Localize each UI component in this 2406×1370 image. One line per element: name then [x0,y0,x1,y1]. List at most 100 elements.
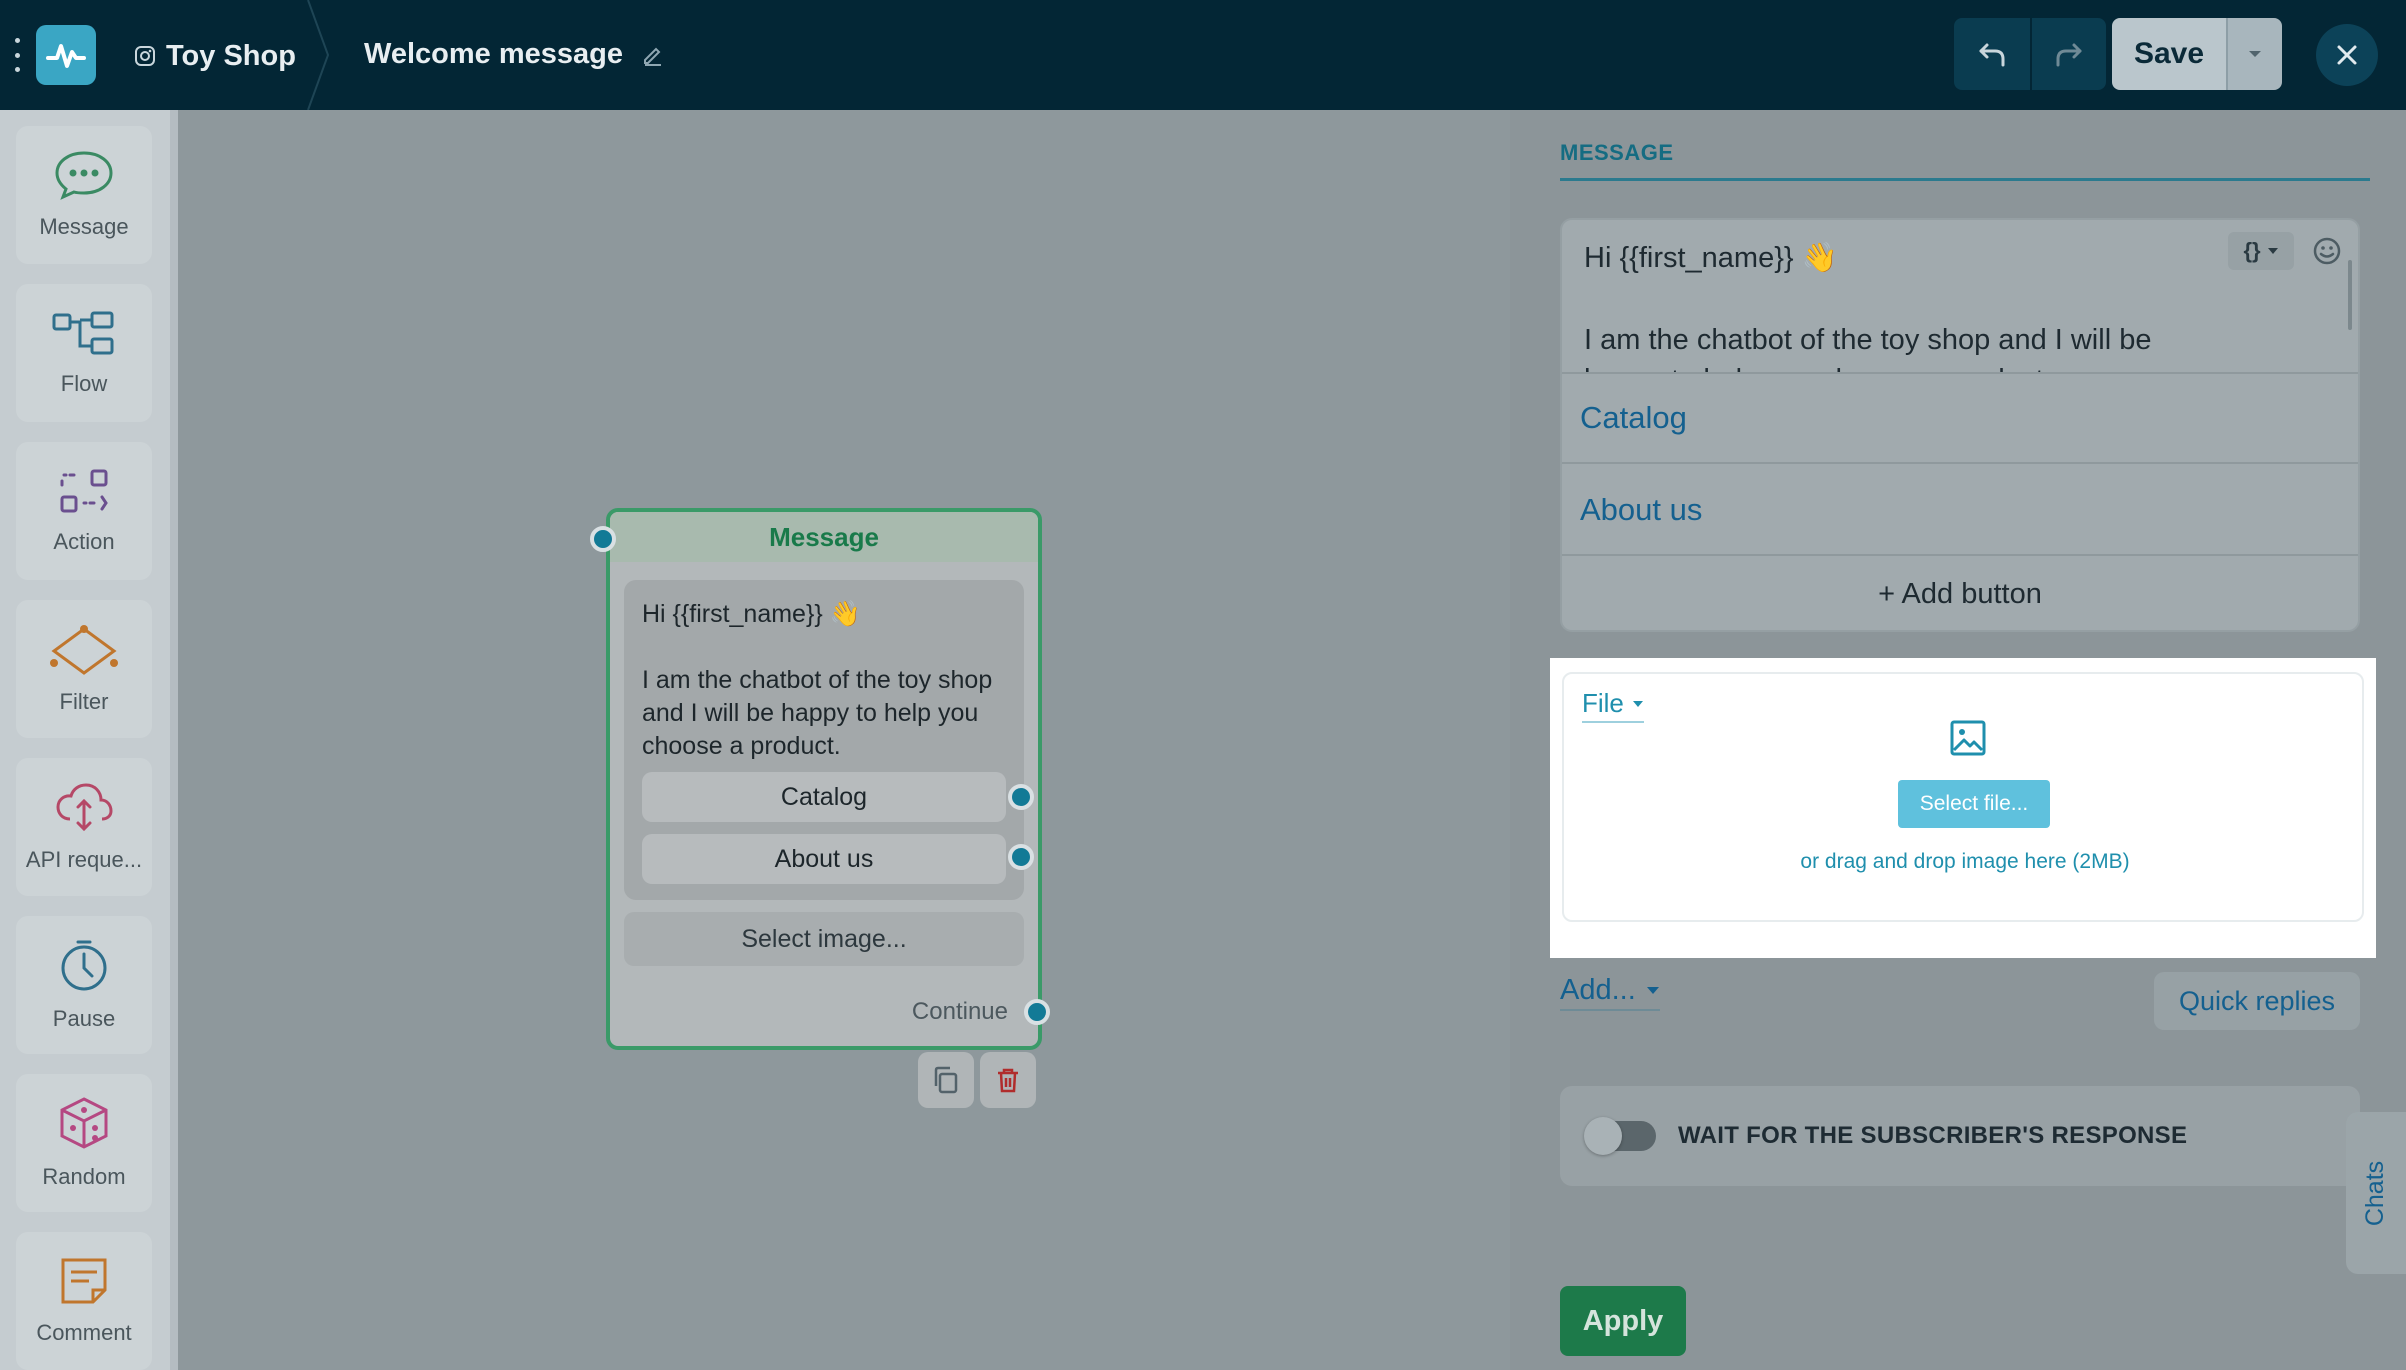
node-text-line1: Hi {{first_name}} 👋 [642,600,861,628]
duplicate-node-button[interactable] [918,1052,974,1108]
close-button[interactable] [2316,24,2378,86]
app-logo[interactable] [36,25,96,85]
wait-response-toggle[interactable] [1584,1117,1656,1155]
delete-node-button[interactable] [980,1052,1036,1108]
editor-line3: happy to help you choose a product. [1584,360,2284,372]
dice-icon [60,1097,108,1149]
wait-response-setting: WAIT FOR THE SUBSCRIBER'S RESPONSE [1560,1086,2360,1186]
flow-title: Welcome message [364,34,665,74]
palette-label: Action [53,529,115,554]
file-upload-block: File Select file... or drag and drop ima… [1550,658,2376,958]
palette-item-api-request[interactable]: API reque... [16,758,152,896]
save-group: Save [2112,18,2282,90]
chat-bubble-icon [55,151,113,200]
continue-label: Continue [911,998,1008,1025]
node-button-label: About us [774,844,874,873]
file-type-label: File [1582,688,1624,718]
api-cloud-icon [56,783,113,832]
palette-label: Flow [60,371,108,396]
drag-drop-hint: or drag and drop image here (2MB) [1800,850,2130,873]
editor-line2: I am the chatbot of the toy shop and I w… [1584,324,2152,356]
undo-button[interactable] [1954,18,2030,90]
filter-icon [50,625,118,675]
message-button-label: About us [1580,492,1703,527]
clock-icon [61,940,107,991]
divider [1560,178,2370,181]
palette-item-flow[interactable]: Flow [16,284,152,422]
palette-label: Pause [52,1006,116,1031]
redo-icon [2056,43,2082,67]
panel-section-title: MESSAGE [1560,140,1674,165]
chevron-down-icon [1646,987,1659,994]
node-tools [918,1052,1036,1108]
editor-scrollbar[interactable] [2348,260,2352,330]
chats-side-tab[interactable]: Chats [2346,1112,2406,1274]
chats-tab-label: Chats [2361,1160,2390,1226]
redo-button[interactable] [2030,18,2106,90]
message-button-about-us[interactable]: About us [1562,466,2358,556]
input-port[interactable] [590,526,616,552]
message-button-label: Catalog [1580,400,1687,435]
node-message-text: Hi {{first_name}} 👋 I am the chatbot of … [642,598,1012,763]
palette-label: Random [42,1164,126,1189]
node-text-line2: I am the chatbot of the toy shop and I w… [642,666,993,760]
editor-line1: Hi {{first_name}} 👋 [1584,242,1838,274]
history-controls [1954,18,2106,90]
comment-icon [61,1258,107,1304]
copy-icon [934,1066,958,1094]
edit-pencil-icon[interactable] [641,42,665,66]
add-button[interactable]: + Add button [1562,558,2358,630]
chevron-down-icon [2267,248,2278,254]
close-icon [2337,45,2357,65]
node-message-body[interactable]: Hi {{first_name}} 👋 I am the chatbot of … [624,580,1034,900]
variable-picker-button[interactable]: {} [2228,232,2294,270]
palette-label: API reque... [25,847,143,872]
palette-item-filter[interactable]: Filter [16,600,152,738]
message-settings-panel: MESSAGE Hi {{first_name}} 👋 I am the cha… [1510,110,2406,1370]
instagram-icon [135,46,155,66]
menu-dots-icon[interactable] [12,38,22,72]
emoji-icon [2313,237,2341,265]
file-dropzone[interactable]: File Select file... or drag and drop ima… [1562,672,2364,922]
palette-label: Message [39,214,129,239]
quick-replies-button[interactable]: Quick replies [2154,972,2360,1030]
continue-output-port[interactable] [1024,999,1050,1025]
editor-text: Hi {{first_name}} 👋 I am the chatbot of … [1584,238,2284,372]
flow-icon [52,311,114,355]
add-content-dropdown[interactable]: Add... [1560,974,1660,1011]
wait-response-label: WAIT FOR THE SUBSCRIBER'S RESPONSE [1678,1122,2188,1149]
pulse-logo-icon [46,44,86,68]
file-type-dropdown[interactable]: File [1582,688,1644,723]
node-title: Message [610,512,1038,562]
palette-item-random[interactable]: Random [16,1074,152,1212]
palette-label: Filter [59,689,109,714]
breadcrumb-separator [307,0,330,110]
breadcrumb-project[interactable]: Toy Shop [134,36,296,76]
image-icon [1950,720,1986,756]
top-bar: Toy Shop Welcome message Save [0,0,2406,110]
message-text-editor[interactable]: Hi {{first_name}} 👋 I am the chatbot of … [1562,220,2358,374]
trash-icon [998,1068,1018,1093]
select-file-button[interactable]: Select file... [1898,780,2050,828]
message-node[interactable]: Message Hi {{first_name}} 👋 I am the cha… [590,508,1050,1050]
emoji-button[interactable] [2308,232,2346,270]
chevron-down-icon [2249,51,2261,57]
message-button-catalog[interactable]: Catalog [1562,374,2358,464]
about-us-output-port[interactable] [1008,844,1034,870]
apply-button[interactable]: Apply [1560,1286,1686,1356]
node-button-about-us[interactable]: About us [642,834,1006,884]
undo-icon [1979,43,2005,67]
palette-item-comment[interactable]: Comment [16,1232,152,1370]
message-card: Hi {{first_name}} 👋 I am the chatbot of … [1560,218,2360,632]
palette-label: Comment [36,1320,132,1345]
node-button-catalog[interactable]: Catalog [642,772,1006,822]
save-button[interactable]: Save [2112,18,2226,90]
block-palette: Message Flow Action Filter API reque... [0,110,178,1370]
palette-item-message[interactable]: Message [16,126,152,264]
select-image-button[interactable]: Select image... [624,912,1024,966]
catalog-output-port[interactable] [1008,784,1034,810]
save-options-button[interactable] [2226,18,2282,90]
palette-item-pause[interactable]: Pause [16,916,152,1054]
palette-item-action[interactable]: Action [16,442,152,580]
action-icon [60,469,108,513]
